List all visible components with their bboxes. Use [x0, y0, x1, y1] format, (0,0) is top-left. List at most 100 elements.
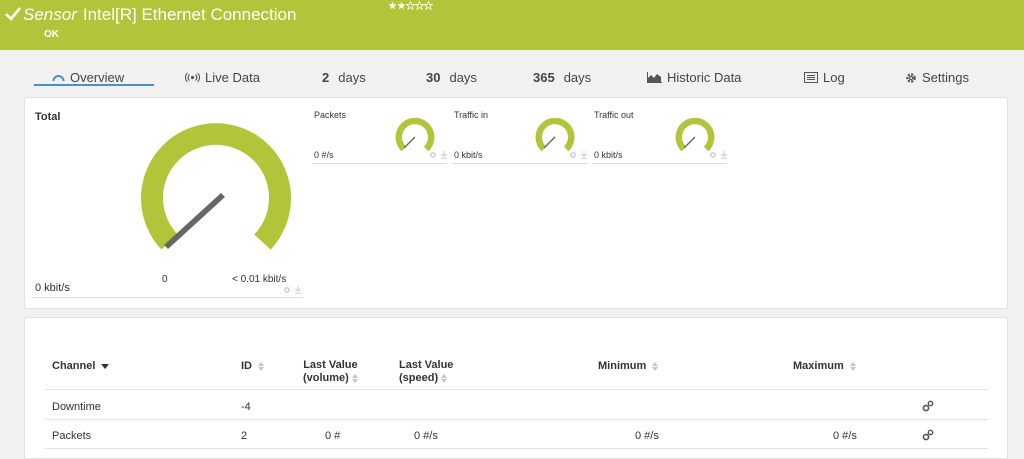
sort-icon	[849, 361, 856, 371]
minimum-value: 0 #/s	[635, 430, 659, 442]
traffic-out-gauge-label: Traffic out	[594, 110, 634, 120]
row-divider	[45, 419, 988, 420]
tab-settings[interactable]: Settings	[905, 70, 969, 85]
traffic-in-gauge-label: Traffic in	[454, 110, 489, 120]
packets-gauge-box: Packets 0 #/s	[312, 110, 449, 164]
last-value-speed: 0 #/s	[414, 430, 438, 442]
traffic-out-gauge-box: Traffic out 0 kbit/s	[592, 110, 729, 164]
traffic-in-gauge-tools	[569, 151, 588, 159]
traffic-in-gauge-box: Traffic in 0 kbit/s	[452, 110, 589, 164]
channel-name[interactable]: Downtime	[52, 401, 101, 413]
tab-label: Log	[823, 70, 845, 85]
total-gauge-min: 0	[162, 274, 168, 285]
tab-label: Historic Data	[667, 70, 742, 85]
column-header-last-value-volume[interactable]: Last Value (volume)	[303, 359, 358, 385]
sort-icon	[652, 361, 659, 371]
tab-2-days[interactable]: 2 days	[322, 70, 366, 85]
channel-id: 2	[241, 430, 248, 442]
star-icon-3[interactable]	[406, 1, 415, 10]
channel-settings-icon[interactable]	[922, 400, 934, 412]
gauge-icon	[52, 75, 65, 82]
tab-365-days[interactable]: 365 days	[533, 70, 591, 85]
tab-number: 365	[533, 70, 555, 85]
tab-log[interactable]: Log	[804, 70, 845, 85]
gear-icon[interactable]	[569, 151, 577, 159]
channel-table: Channel ID Last Value (volume) Last Valu…	[24, 317, 1008, 459]
tab-label: Overview	[70, 70, 125, 85]
log-icon	[804, 72, 818, 83]
column-header-label: Maximum	[793, 360, 844, 372]
column-header-label: Minimum	[598, 360, 647, 372]
star-icon-5[interactable]	[424, 1, 433, 10]
tab-label: Live Data	[205, 70, 260, 85]
total-gauge-value: 0 kbit/s	[35, 282, 70, 294]
divider	[31, 297, 303, 298]
total-gauge-label: Total	[35, 111, 61, 123]
download-icon[interactable]	[580, 151, 588, 159]
gear-icon[interactable]	[709, 151, 717, 159]
column-header-label: Last Value	[303, 359, 358, 371]
tab-number: 2	[322, 70, 330, 85]
download-icon[interactable]	[294, 286, 302, 294]
star-icon-1[interactable]	[388, 1, 397, 10]
total-gauge[interactable]	[131, 122, 301, 262]
download-icon[interactable]	[720, 151, 728, 159]
traffic-in-gauge[interactable]	[534, 118, 576, 152]
gear-icon	[906, 72, 916, 83]
column-header-label: ID	[241, 360, 252, 372]
sort-down-icon	[101, 363, 110, 369]
tab-label: days	[338, 70, 366, 85]
row-divider	[45, 448, 988, 449]
tab-label: days	[449, 70, 477, 85]
page-title: Sensor Intel[R] Ethernet Connection	[23, 5, 296, 25]
total-gauge-max: < 0.01 kbit/s	[232, 274, 287, 285]
column-header-channel[interactable]: Channel	[52, 360, 110, 373]
sensor-name: Intel[R] Ethernet Connection	[82, 5, 297, 24]
divider	[452, 163, 587, 164]
traffic-out-gauge[interactable]	[674, 118, 716, 152]
traffic-out-gauge-tools	[709, 151, 728, 159]
column-header-sublabel: (speed)	[399, 372, 439, 384]
gauges-panel: Total 0 < 0.01 kbit/s 0 kbit/s Packets 0…	[24, 97, 1008, 309]
tab-historic-data[interactable]: Historic Data	[647, 70, 741, 85]
status-text: OK	[44, 29, 59, 40]
sensor-header: Sensor Intel[R] Ethernet Connection OK	[0, 0, 1024, 50]
column-header-label: Channel	[52, 360, 96, 372]
sort-icon	[441, 373, 448, 383]
tab-label: Settings	[922, 70, 969, 85]
total-gauge-tools	[283, 286, 302, 294]
divider	[592, 163, 727, 164]
channel-id: -4	[241, 401, 251, 413]
column-header-id[interactable]: ID	[241, 360, 265, 373]
column-header-minimum[interactable]: Minimum	[598, 360, 659, 373]
column-header-maximum[interactable]: Maximum	[793, 360, 856, 373]
gear-icon[interactable]	[429, 151, 437, 159]
packets-gauge-label: Packets	[314, 110, 347, 120]
traffic-in-gauge-value: 0 kbit/s	[454, 150, 483, 160]
sensor-word: Sensor	[23, 5, 77, 24]
star-icon-2[interactable]	[397, 1, 406, 10]
traffic-out-gauge-value: 0 kbit/s	[594, 150, 623, 160]
tab-overview[interactable]: Overview	[52, 70, 124, 85]
download-icon[interactable]	[440, 151, 448, 159]
active-tab-indicator	[34, 84, 154, 86]
maximum-value: 0 #/s	[833, 430, 857, 442]
last-value-volume: 0 #	[325, 430, 341, 442]
channel-name[interactable]: Packets	[52, 430, 91, 442]
priority-stars[interactable]	[388, 1, 433, 10]
area-chart-icon	[647, 72, 662, 83]
star-icon-4[interactable]	[415, 1, 424, 10]
channel-settings-icon[interactable]	[922, 429, 934, 441]
live-signal-icon	[185, 72, 200, 83]
check-icon	[5, 7, 22, 21]
packets-gauge-tools	[429, 151, 448, 159]
tab-live-data[interactable]: Live Data	[185, 70, 260, 85]
packets-gauge[interactable]	[394, 118, 436, 152]
sort-icon	[351, 373, 358, 383]
tab-label: days	[563, 70, 592, 85]
tab-30-days[interactable]: 30 days	[426, 70, 477, 85]
column-header-label: Last Value	[399, 359, 454, 371]
gear-icon[interactable]	[283, 286, 291, 294]
row-divider	[45, 389, 988, 390]
column-header-last-value-speed[interactable]: Last Value (speed)	[399, 359, 453, 385]
